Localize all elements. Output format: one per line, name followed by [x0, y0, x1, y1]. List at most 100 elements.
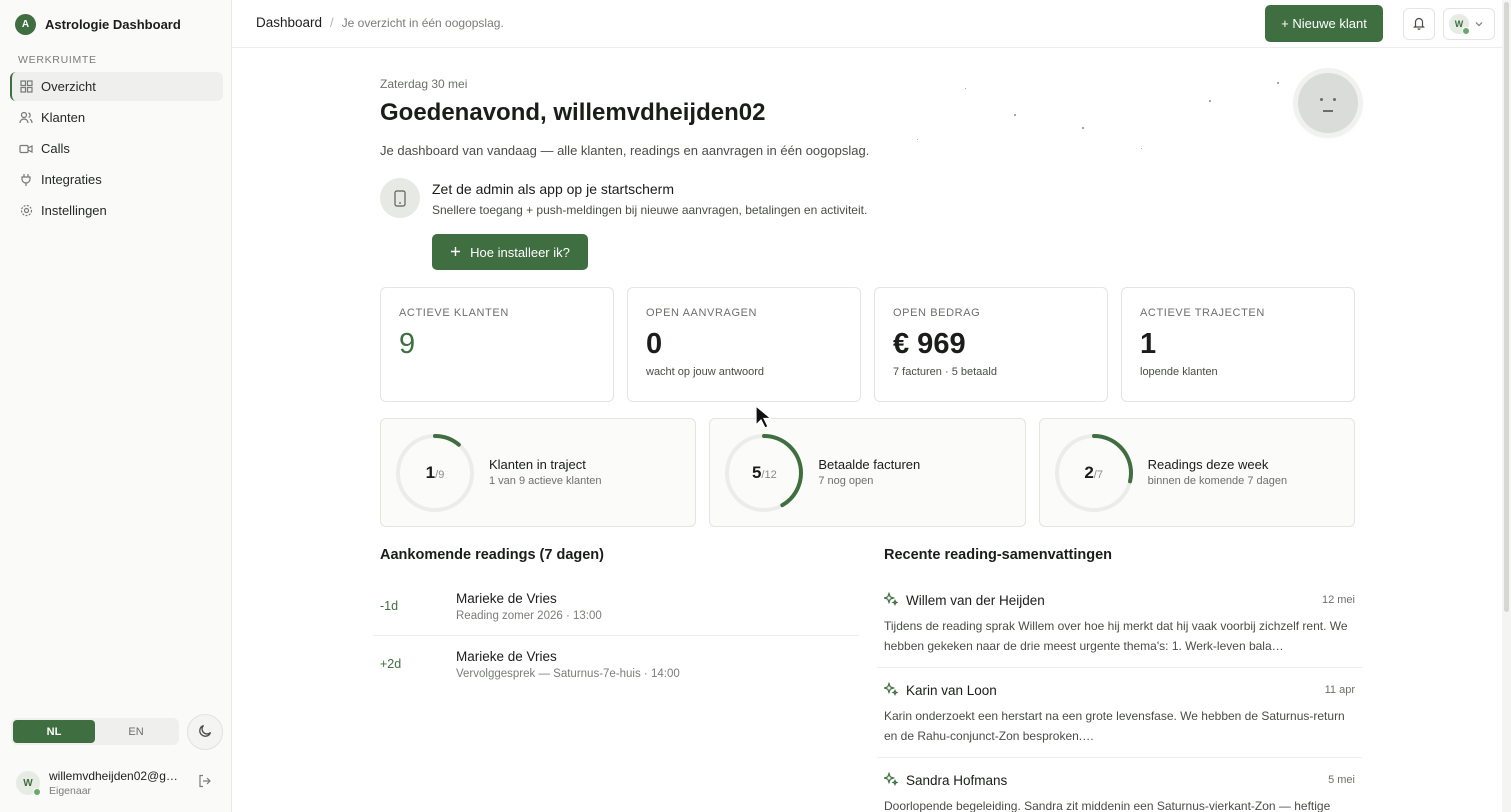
- sidebar: A Astrologie Dashboard WERKRUIMTE Overzi…: [0, 0, 232, 812]
- ring-value-number: 2: [1084, 463, 1094, 482]
- lang-en-button[interactable]: EN: [95, 720, 177, 743]
- summary-date: 12 mei: [1321, 594, 1355, 606]
- stat-card-actieve-klanten[interactable]: ACTIEVE KLANTEN 9: [380, 287, 614, 402]
- install-howto-button[interactable]: Hoe installeer ik?: [432, 234, 588, 270]
- language-switch: NL EN: [11, 718, 179, 745]
- user-email: willemvdheijden02@gmail.com: [49, 769, 179, 783]
- stats-row: ACTIEVE KLANTEN 9 OPEN AANVRAGEN 0 wacht…: [380, 287, 1355, 402]
- sidebar-item-label: Overzicht: [41, 79, 96, 94]
- plus-icon: [450, 245, 461, 260]
- account-menu-button[interactable]: W: [1443, 8, 1495, 40]
- ring-subtitle: 7 nog open: [818, 475, 874, 487]
- stat-value: 9: [399, 328, 416, 360]
- stat-label: ACTIEVE TRAJECTEN: [1140, 307, 1265, 319]
- stat-sub: 7 facturen · 5 betaald: [893, 366, 997, 378]
- summary-client-name: Sandra Hofmans: [906, 773, 1008, 788]
- brand-title: Astrologie Dashboard: [45, 17, 181, 32]
- chevron-down-icon: [1474, 17, 1484, 32]
- ring-value-total: /7: [1093, 469, 1103, 481]
- stat-card-open-bedrag[interactable]: OPEN BEDRAG € 969 7 facturen · 5 betaald: [874, 287, 1108, 402]
- page-intro: Je dashboard van vandaag — alle klanten,…: [380, 143, 870, 158]
- sparkle-icon: [882, 771, 899, 789]
- video-icon: [19, 142, 33, 156]
- ring-card-klanten-in-traject[interactable]: 1/9 Klanten in traject 1 van 9 actieve k…: [380, 418, 697, 527]
- ring-value: 5/12: [723, 432, 805, 514]
- ring-title: Betaalde facturen: [818, 457, 921, 472]
- user-info: willemvdheijden02@gmail.com Eigenaar: [49, 769, 179, 797]
- plug-icon: [19, 173, 33, 187]
- ring-title: Klanten in traject: [489, 457, 586, 472]
- mouse-cursor-icon: [755, 404, 773, 432]
- current-date: Zaterdag 30 mei: [380, 77, 468, 91]
- brand[interactable]: A Astrologie Dashboard: [15, 14, 181, 35]
- stat-label: OPEN BEDRAG: [893, 307, 981, 319]
- summary-text: Tijdens de reading sprak Willem over hoe…: [884, 619, 1348, 653]
- ring-card-betaalde-facturen[interactable]: 5/12 Betaalde facturen 7 nog open: [709, 418, 1026, 527]
- phone-icon: [380, 178, 420, 218]
- logout-icon[interactable]: [198, 774, 212, 791]
- gear-icon: [19, 204, 33, 218]
- page-scrollbar[interactable]: [1502, 0, 1511, 812]
- page-title: Goedenavond, willemvdheijden02: [380, 99, 766, 126]
- breadcrumb-separator: /: [330, 15, 334, 30]
- avatar: W: [16, 771, 41, 796]
- stat-sub: lopende klanten: [1140, 366, 1218, 378]
- user-profile[interactable]: W willemvdheijden02@gmail.com Eigenaar: [16, 766, 216, 800]
- user-role: Eigenaar: [49, 785, 92, 797]
- stat-value: 0: [646, 328, 663, 360]
- list-item[interactable]: Karin van Loon 11 apr Karin onderzoekt e…: [877, 668, 1362, 758]
- progress-rings-row: 1/9 Klanten in traject 1 van 9 actieve k…: [380, 418, 1355, 527]
- avatar: W: [1449, 14, 1470, 35]
- list-item[interactable]: -1d Marieke de Vries Reading zomer 2026 …: [373, 578, 859, 636]
- ring-subtitle: binnen de komende 7 dagen: [1147, 475, 1288, 487]
- upcoming-readings-title: Aankomende readings (7 dagen): [380, 547, 604, 563]
- online-status-dot: [33, 788, 41, 796]
- breadcrumb-dashboard[interactable]: Dashboard: [256, 15, 322, 30]
- breadcrumb-description: Je overzicht in één oogopslag.: [341, 15, 504, 30]
- stat-label: OPEN AANVRAGEN: [646, 307, 758, 319]
- stat-value: 1: [1140, 328, 1157, 360]
- stat-card-actieve-trajecten[interactable]: ACTIEVE TRAJECTEN 1 lopende klanten: [1121, 287, 1355, 402]
- bell-icon: [1412, 16, 1426, 33]
- sidebar-item-calls[interactable]: Calls: [10, 134, 223, 163]
- topbar: Dashboard / Je overzicht in één oogopsla…: [232, 0, 1511, 48]
- ring-card-readings-deze-week[interactable]: 2/7 Readings deze week binnen de komende…: [1038, 418, 1355, 527]
- grid-icon: [19, 80, 33, 94]
- reading-client-name: Marieke de Vries: [456, 649, 557, 664]
- reading-meta: Reading zomer 2026 · 13:00: [456, 610, 602, 622]
- list-item[interactable]: +2d Marieke de Vries Vervolggesprek — Sa…: [373, 636, 859, 694]
- new-client-button[interactable]: + Nieuwe klant: [1265, 5, 1383, 42]
- stat-value: € 969: [893, 328, 966, 360]
- reading-day-offset: -1d: [380, 599, 399, 613]
- reading-meta: Vervolggesprek — Saturnus-7e-huis · 14:0…: [456, 668, 680, 680]
- sidebar-item-label: Klanten: [41, 110, 86, 125]
- online-status-dot: [1462, 27, 1470, 35]
- summary-text: Karin onderzoekt een herstart na een gro…: [884, 709, 1345, 743]
- install-title: Zet de admin als app op je startscherm: [432, 181, 675, 197]
- sidebar-item-instellingen[interactable]: Instellingen: [10, 196, 223, 225]
- upcoming-readings-list: -1d Marieke de Vries Reading zomer 2026 …: [373, 578, 859, 694]
- workspace-section-label: WERKRUIMTE: [18, 54, 97, 66]
- sidebar-item-label: Instellingen: [41, 203, 107, 218]
- stat-card-open-aanvragen[interactable]: OPEN AANVRAGEN 0 wacht op jouw antwoord: [627, 287, 861, 402]
- list-item[interactable]: Sandra Hofmans 5 mei Doorlopende begelei…: [877, 758, 1362, 812]
- sidebar-item-klanten[interactable]: Klanten: [10, 103, 223, 132]
- lang-nl-button[interactable]: NL: [13, 720, 95, 743]
- notifications-button[interactable]: [1403, 8, 1435, 40]
- sidebar-item-overzicht[interactable]: Overzicht: [10, 72, 223, 101]
- scrollbar-thumb[interactable]: [1504, 2, 1509, 612]
- summary-date: 11 apr: [1324, 684, 1355, 696]
- theme-toggle-button[interactable]: [187, 714, 223, 750]
- sidebar-item-integraties[interactable]: Integraties: [10, 165, 223, 194]
- ring-value-total: /9: [435, 469, 445, 481]
- ring-value: 2/7: [1053, 432, 1135, 514]
- install-description: Snellere toegang + push-meldingen bij ni…: [432, 203, 868, 217]
- stat-sub: wacht op jouw antwoord: [646, 366, 765, 378]
- install-button-label: Hoe installeer ik?: [470, 244, 570, 260]
- moon-face-icon: [1298, 73, 1358, 133]
- sparkle-icon: [882, 681, 899, 699]
- reading-client-name: Marieke de Vries: [456, 591, 557, 606]
- ring-value: 1/9: [394, 432, 476, 514]
- list-item[interactable]: Willem van der Heijden 12 mei Tijdens de…: [877, 578, 1362, 668]
- breadcrumb: Dashboard / Je overzicht in één oogopsla…: [256, 15, 504, 30]
